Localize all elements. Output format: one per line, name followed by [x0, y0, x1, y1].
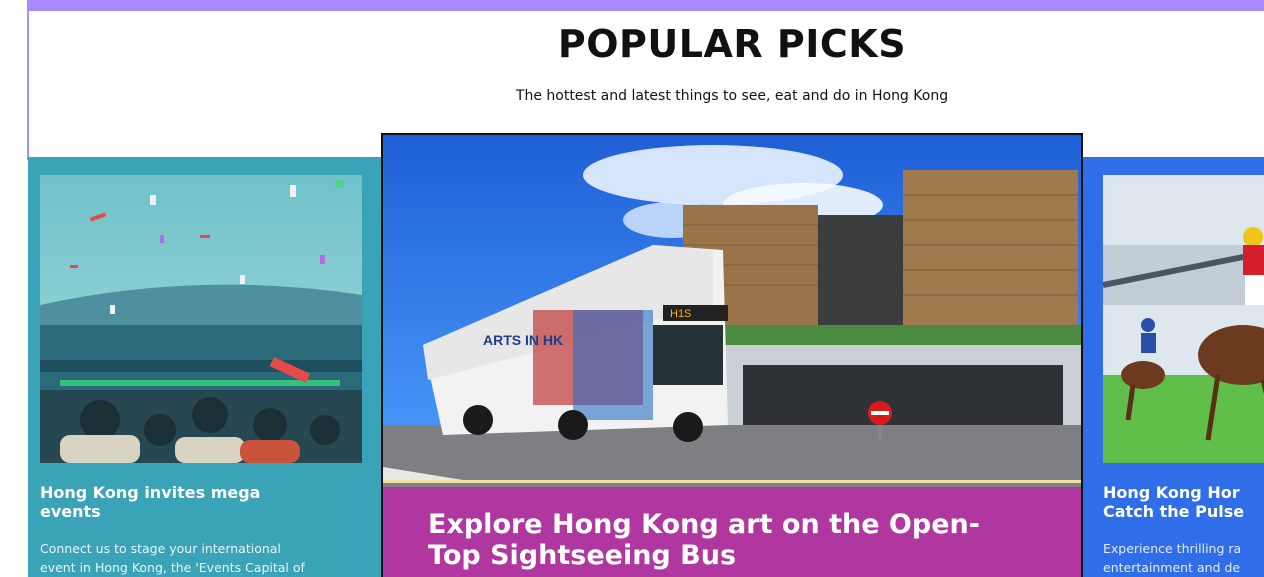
- section-subtitle: The hottest and latest things to see, ea…: [515, 88, 949, 104]
- card-title[interactable]: Hong Kong Hor Catch the Pulse: [1103, 483, 1264, 521]
- bus-route-sign: H1S: [670, 308, 691, 320]
- section-title: POPULAR PICKS: [557, 22, 907, 66]
- card-mega-events[interactable]: Hong Kong invites mega events Connect us…: [28, 157, 382, 577]
- card-title[interactable]: Hong Kong invites mega events: [40, 483, 340, 521]
- bus-brand-text: ARTS IN HK: [483, 332, 563, 348]
- horse-racing-image: [1103, 175, 1264, 463]
- card-description: Experience thrilling ra entertainment an…: [1103, 541, 1242, 575]
- card-title[interactable]: Explore Hong Kong art on the Open- Top S…: [428, 509, 1048, 571]
- card-description: Connect us to stage your international e…: [40, 541, 305, 575]
- stadium-confetti-image: [40, 175, 362, 463]
- top-accent-bar: [28, 0, 1264, 11]
- card-arts-bus-featured[interactable]: H1S ARTS IN HK Explore Hong Kong art on …: [381, 133, 1083, 577]
- card-horse-racing[interactable]: Hong Kong Hor Catch the Pulse Experience…: [1083, 157, 1264, 577]
- open-top-bus-image: H1S ARTS IN HK: [383, 135, 1081, 487]
- featured-caption-panel: Explore Hong Kong art on the Open- Top S…: [383, 487, 1081, 577]
